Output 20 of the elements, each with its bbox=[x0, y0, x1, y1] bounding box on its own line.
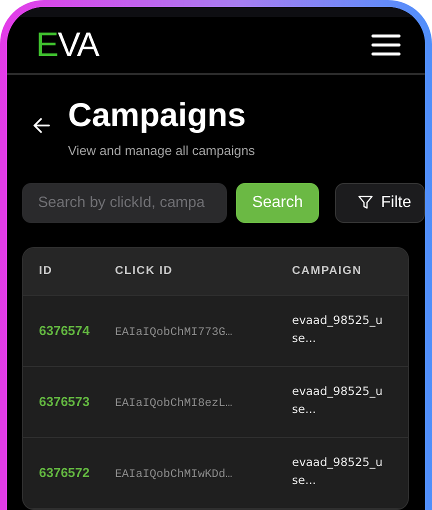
filter-icon bbox=[358, 195, 373, 210]
click-id-cell: EAIaIQobChMI8ezL… bbox=[115, 396, 232, 410]
page-title: Campaigns bbox=[68, 97, 247, 134]
column-header: CLICK ID bbox=[115, 264, 173, 277]
id-cell[interactable]: 6376574 bbox=[39, 322, 90, 338]
campaign-cell-text: evaad_98525_u se... bbox=[292, 382, 383, 418]
click-id-cell: EAIaIQobChMI773G… bbox=[115, 326, 232, 339]
campaign-cell-text: evaad_98525_u se... bbox=[292, 312, 383, 347]
menu-icon[interactable] bbox=[371, 34, 401, 56]
column-header: CAMPAIGN bbox=[292, 264, 362, 277]
page-subtitle: View and manage all campaigns bbox=[68, 142, 255, 160]
id-cell[interactable]: 6376572 bbox=[39, 464, 90, 480]
filter-button[interactable]: Filte bbox=[335, 182, 425, 223]
back-arrow-icon[interactable] bbox=[33, 118, 50, 133]
search-field[interactable]: Search by clickId, campa bbox=[22, 182, 227, 223]
campaign-cell-text: evaad_98525_u se... bbox=[292, 454, 383, 489]
logo[interactable]: EVA bbox=[36, 28, 99, 62]
id-cell[interactable]: 6376573 bbox=[39, 394, 90, 409]
column-header: ID bbox=[39, 264, 52, 277]
click-id-cell: EAIaIQobChMIwKDd… bbox=[115, 468, 232, 481]
